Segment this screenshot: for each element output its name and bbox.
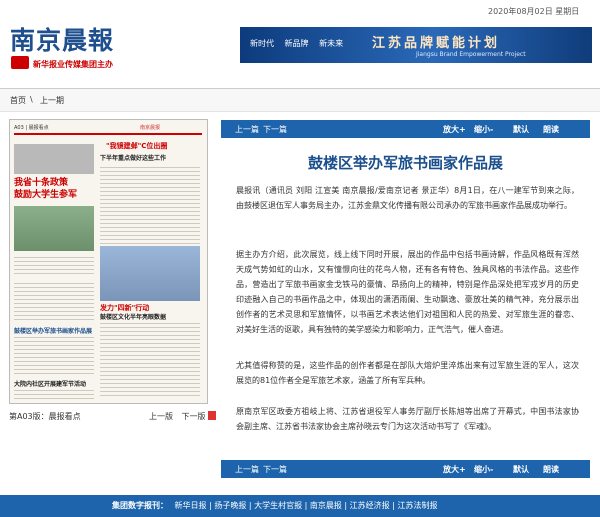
thumb-photo-mid xyxy=(14,206,94,251)
thumb-text-block-4 xyxy=(14,280,94,320)
footer-label: 集团数字报刊： xyxy=(112,501,168,510)
zoom-out-button-bottom[interactable]: 缩小- xyxy=(474,464,493,475)
thumb-header-right: 南京晨报 xyxy=(140,125,161,131)
thumb-text-block-5 xyxy=(14,334,94,374)
read-aloud-button[interactable]: 朗读 xyxy=(543,124,559,135)
thumb-text-block-2 xyxy=(14,254,94,274)
thumb-headline1: "我镜建邺"C位出圈 xyxy=(106,142,168,150)
read-aloud-button-bottom[interactable]: 朗读 xyxy=(543,464,559,475)
zoom-in-button[interactable]: 放大+ xyxy=(443,124,466,135)
thumb-header-left: A03 | 晨报看点 xyxy=(14,125,49,131)
footer-link-2[interactable]: 大学生村官报 xyxy=(254,501,302,510)
banner-title: 江苏品牌赋能计划 xyxy=(372,36,501,51)
thumb-headline1-sub: 下半年重点做好这些工作 xyxy=(100,155,167,162)
thumb-rule xyxy=(14,133,202,135)
footer-link-1[interactable]: 扬子晚报 xyxy=(214,501,246,510)
thumb-headline3: 鼓励大学生参军 xyxy=(14,190,78,200)
prev-article-link[interactable]: 上一篇 xyxy=(235,124,259,135)
article-paragraph-0: 晨报讯（通讯员 刘阳 江宣美 南京晨报/爱南京记者 景正华）8月1日，在八一建军… xyxy=(236,186,579,210)
org-logo-icon xyxy=(11,56,29,69)
footer-bar: 集团数字报刊： 新华日报 | 扬子晚报 | 大学生村官报 | 南京晨报 | 江苏… xyxy=(0,495,600,517)
banner-link-0: 新时代 xyxy=(250,39,274,48)
thumb-text-block-3 xyxy=(100,320,200,396)
next-article-link-bottom[interactable]: 下一篇 xyxy=(263,464,287,475)
prev-article-link-bottom[interactable]: 上一篇 xyxy=(235,464,259,475)
banner-subtitle: Jiangsu Brand Empowerment Project xyxy=(416,51,526,58)
article-paragraph-3: 原南京军区政委方祖岐上将、江苏省退役军人事务厅副厅长陈旭等出席了开幕式，中国书法… xyxy=(236,407,579,431)
prev-issue-link[interactable]: 上一期 xyxy=(40,95,64,106)
breadcrumb: 首页 \ 上一期 xyxy=(0,88,600,112)
nav-separator: \ xyxy=(30,95,33,104)
page-thumbnail[interactable]: A03 | 晨报看点 南京晨报 "我镜建邺"C位出圈 下半年重点做好这些工作 我… xyxy=(9,119,208,404)
org-label: 新华报业传媒集团主办 xyxy=(33,60,113,69)
thumb-text-block xyxy=(100,164,200,244)
date-label: 2020年08月02日 星期日 xyxy=(488,7,580,16)
next-page-link[interactable]: 下一版 xyxy=(182,412,206,421)
zoom-out-button[interactable]: 缩小- xyxy=(474,124,493,135)
article-toolbar-bottom: 上一篇 下一篇 放大+ 缩小- 默认 朗读 xyxy=(221,460,590,478)
default-size-button[interactable]: 默认 xyxy=(513,124,529,135)
prev-page-link[interactable]: 上一版 xyxy=(149,412,173,421)
thumb-text-block-6 xyxy=(14,387,94,399)
default-size-button-bottom[interactable]: 默认 xyxy=(513,464,529,475)
footer-link-3[interactable]: 南京晨报 xyxy=(310,501,342,510)
article-paragraph-1: 据主办方介绍，此次展览，线上线下同时开展，展出的作品中包括书画诗解，作品风格既有… xyxy=(236,250,579,334)
footer-link-0[interactable]: 新华日报 xyxy=(175,501,207,510)
banner-link-2: 新未来 xyxy=(319,39,344,48)
thumb-photo-top xyxy=(14,144,94,174)
footer-link-4[interactable]: 江苏经济报 xyxy=(350,501,390,510)
page-label: 第A03版：晨报看点 xyxy=(9,412,81,421)
pdf-icon[interactable] xyxy=(208,411,216,420)
site-logo[interactable]: 南京晨報 xyxy=(10,21,114,57)
article-title: 鼓楼区举办军旅书画家作品展 xyxy=(307,154,503,172)
article-toolbar-top: 上一篇 下一篇 放大+ 缩小- 默认 朗读 xyxy=(221,120,590,138)
thumb-headline2: 我省十条政策 xyxy=(14,178,69,188)
next-article-link[interactable]: 下一篇 xyxy=(263,124,287,135)
zoom-in-button-bottom[interactable]: 放大+ xyxy=(443,464,466,475)
article-paragraph-2: 尤其值得称赞的是，这些作品的创作者都是在部队大熔炉里淬炼出来有过军旅生涯的军人，… xyxy=(236,361,579,385)
footer-link-5[interactable]: 江苏法制报 xyxy=(397,501,437,510)
banner-link-1: 新品牌 xyxy=(284,39,309,48)
brand-banner[interactable]: 新时代 新品牌 新未来 江苏品牌赋能计划 Jiangsu Brand Empow… xyxy=(240,27,592,63)
thumb-photo-right xyxy=(100,246,200,301)
home-link[interactable]: 首页 xyxy=(10,95,26,106)
